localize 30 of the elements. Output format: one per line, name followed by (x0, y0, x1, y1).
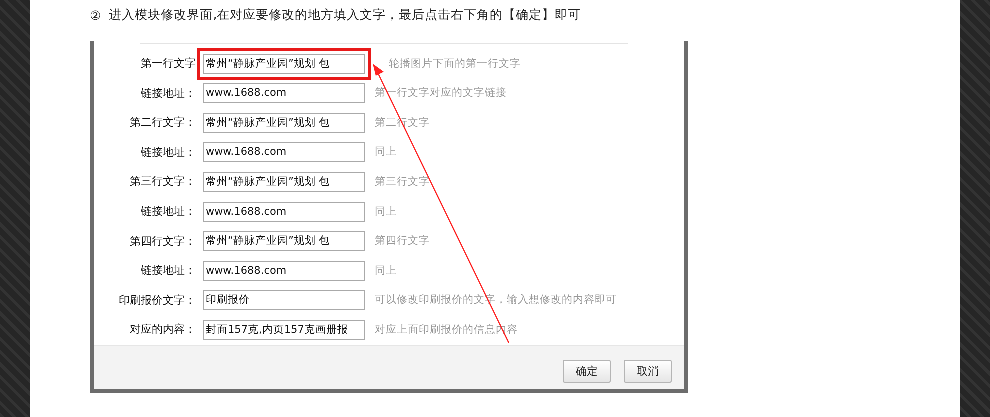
cancel-button[interactable]: 取消 (624, 360, 672, 383)
text-field[interactable]: 常州“静脉产业园”规划 包 (203, 54, 365, 74)
text-field[interactable]: www.1688.com (203, 260, 365, 281)
field-hint: 同上 (375, 204, 397, 219)
field-label: 链接地址： (140, 263, 196, 278)
field-label: 第四行文字： (129, 234, 196, 249)
field-label: 对应的内容： (129, 322, 196, 338)
field-hint: 第三行文字 (375, 174, 430, 189)
text-field[interactable]: 常州“静脉产业园”规划 包 (203, 172, 365, 192)
field-label: 链接地址： (140, 204, 196, 220)
text-field[interactable]: 常州“静脉产业园”规划 包 (203, 112, 365, 133)
field-hint: 同上 (375, 264, 397, 278)
text-field[interactable]: www.1688.com (203, 83, 365, 104)
field-label: 链接地址： (140, 144, 196, 160)
instruction-text: 进入模块修改界面,在对应要修改的地方填入文字，最后点击右下角的【确定】即可 (109, 6, 582, 24)
field-hint: 第四行文字 (375, 234, 430, 248)
text-field[interactable]: www.1688.com (203, 142, 365, 162)
field-label: 第三行文字： (129, 174, 196, 190)
field-hint: 轮播图片下面的第一行文字 (389, 56, 521, 71)
field-label: 第二行文字： (129, 115, 196, 130)
field-label: 链接地址： (140, 86, 196, 101)
step-number: ② (90, 8, 102, 22)
text-field[interactable]: www.1688.com (203, 202, 365, 222)
confirm-button[interactable]: 确定 (563, 360, 611, 383)
field-label: 印刷报价文字： (118, 292, 196, 308)
field-hint: 同上 (375, 145, 397, 160)
text-field[interactable]: 常州“静脉产业园”规划 包 (203, 231, 365, 252)
field-label: 第一行文字 (140, 56, 196, 72)
text-field[interactable]: 印刷报价 (203, 290, 365, 310)
text-field[interactable]: 封面157克,内页157克画册报 (203, 320, 365, 340)
